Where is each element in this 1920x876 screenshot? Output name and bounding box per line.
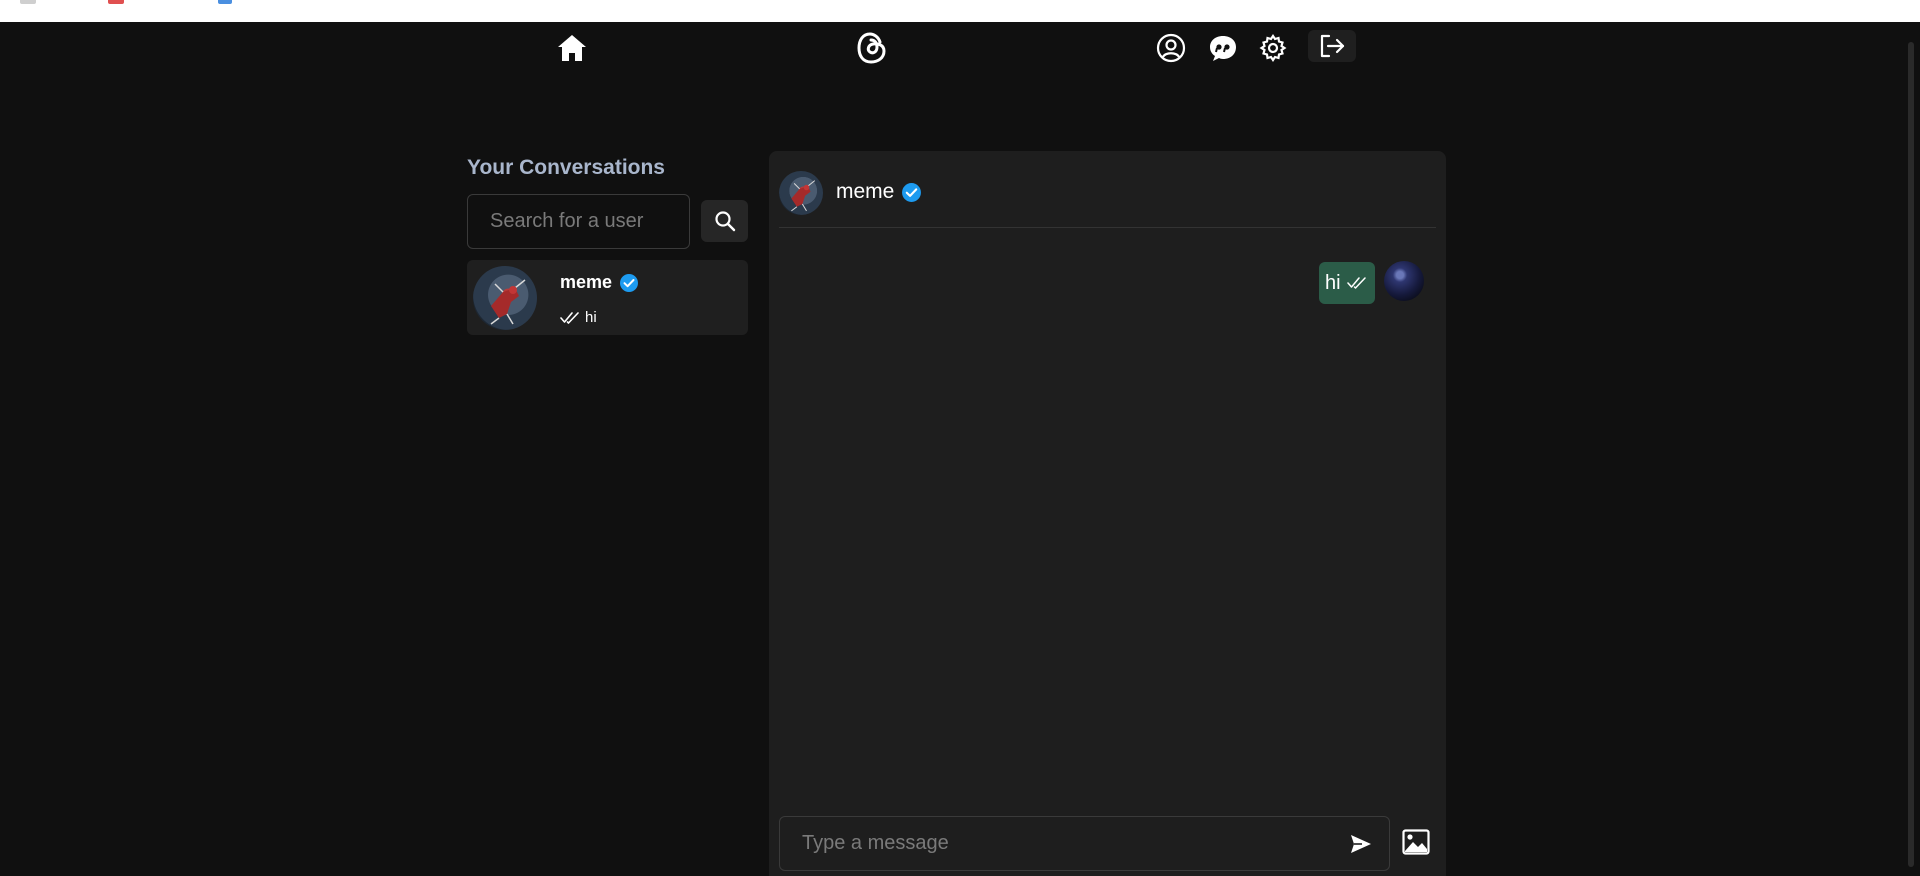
verified-badge-icon [620, 273, 639, 292]
home-icon [558, 35, 586, 61]
send-button[interactable] [1346, 830, 1376, 858]
sender-avatar [1384, 261, 1424, 301]
avatar [473, 266, 537, 330]
gear-icon [1259, 34, 1287, 62]
conversation-last-message: hi [585, 309, 597, 326]
tab-fragment [218, 0, 232, 4]
threads-logo-icon [857, 32, 886, 64]
message-text: hi [1325, 271, 1341, 294]
attach-image-button[interactable] [1401, 827, 1431, 857]
logout-button[interactable] [1308, 30, 1356, 62]
verified-badge-icon [902, 182, 922, 202]
profile-icon [1156, 33, 1186, 63]
message-input[interactable] [779, 816, 1390, 871]
logout-icon [1320, 34, 1345, 58]
chat-recipient-name: meme [836, 180, 895, 203]
settings-button[interactable] [1256, 31, 1290, 65]
profile-button[interactable] [1154, 31, 1188, 65]
home-button[interactable] [555, 32, 589, 64]
conversation-name: meme [560, 272, 613, 292]
chat-header-avatar [779, 171, 823, 215]
send-icon [1351, 835, 1371, 853]
chat-header: meme [779, 171, 1436, 228]
tab-fragment [108, 0, 124, 4]
tab-fragment [20, 0, 36, 4]
search-user-input[interactable] [467, 194, 690, 249]
conversation-last-message-row: hi [560, 309, 597, 326]
chat-header-name-row: meme [836, 180, 922, 204]
double-check-icon [560, 311, 579, 324]
page-scrollbar[interactable] [1903, 22, 1920, 876]
threads-logo-button[interactable] [854, 30, 890, 66]
browser-chrome-strip [0, 0, 1920, 22]
messages-button[interactable] [1206, 31, 1240, 65]
double-check-icon [1346, 277, 1366, 289]
scrollbar-thumb[interactable] [1908, 42, 1914, 867]
conversation-item[interactable]: meme hi [467, 260, 748, 335]
chat-panel: meme hi [769, 151, 1446, 876]
spiderman-avatar-art [490, 279, 526, 325]
own-message-bubble: hi [1319, 262, 1375, 304]
search-button[interactable] [701, 200, 748, 242]
conversations-title: Your Conversations [467, 156, 665, 179]
conversation-name-row: meme [560, 272, 639, 293]
chat-icon [1210, 36, 1236, 61]
image-icon [1402, 829, 1430, 855]
spiderman-avatar-art [791, 180, 816, 212]
search-icon [714, 211, 735, 232]
